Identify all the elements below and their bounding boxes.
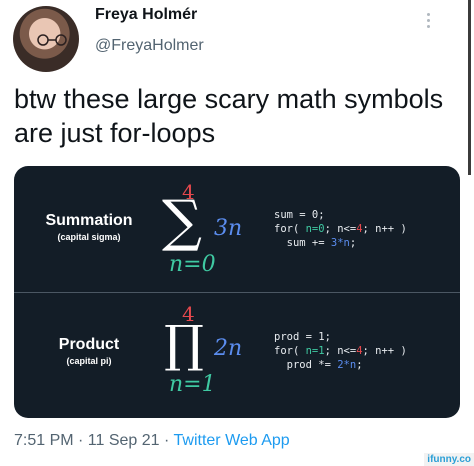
section-divider <box>14 292 460 293</box>
product-subtitle: (capital pi) <box>66 356 112 366</box>
tweet-text: btw these large scary math symbols are j… <box>14 84 444 148</box>
product-title: Product <box>58 336 120 353</box>
avatar[interactable] <box>13 6 79 72</box>
scrollbar[interactable] <box>468 0 471 175</box>
tweet-meta: 7:51 PM · 11 Sep 21 · Twitter Web App <box>14 432 290 450</box>
summation-title: Summation <box>45 212 133 229</box>
summation-subtitle: (capital sigma) <box>57 232 121 242</box>
glasses-graphic <box>37 34 67 46</box>
sigma-symbol: ∑ <box>162 189 202 254</box>
product-lower-limit: n=1 <box>169 372 216 397</box>
summation-body: 3n <box>214 216 243 241</box>
tweet-timestamp[interactable]: 7:51 PM · 11 Sep 21 · <box>14 432 174 449</box>
pi-symbol: ∏ <box>164 315 204 373</box>
summation-code: sum = 0; for( n=0; n<=4; n++ ) sum += 3*… <box>274 209 407 249</box>
product-body: 2n <box>214 336 243 361</box>
author-handle[interactable]: @FreyaHolmer <box>95 37 204 55</box>
math-card-image[interactable]: Summation (capital sigma) 4 ∑ 3n n=0 sum… <box>14 166 460 418</box>
tweet-source-app[interactable]: Twitter Web App <box>174 432 290 449</box>
more-options-icon[interactable] <box>424 10 432 36</box>
author-name[interactable]: Freya Holmér <box>95 6 197 24</box>
summation-lower-limit: n=0 <box>169 252 216 277</box>
product-code: prod = 1; for( n=1; n<=4; n++ ) prod *= … <box>274 331 407 371</box>
watermark: ifunny.co <box>424 453 474 466</box>
